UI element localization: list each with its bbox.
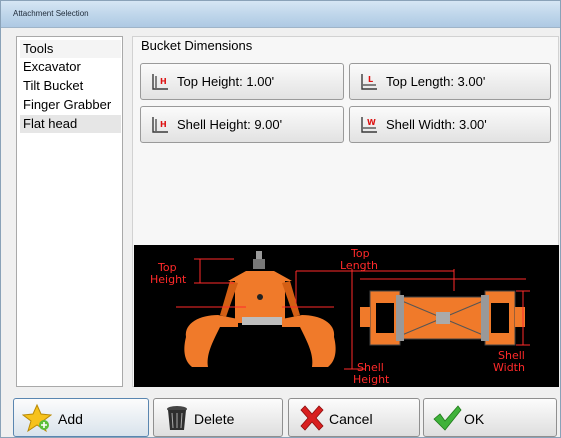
bucket-diagram-graphic: Top Height Top Length Shell Height Shell… xyxy=(150,247,530,386)
list-item-flat-head[interactable]: Flat head xyxy=(20,115,121,133)
shell-height-button[interactable]: H Shell Height: 9.00' xyxy=(140,106,344,143)
top-height-button[interactable]: H Top Height: 1.00' xyxy=(140,63,344,100)
red-x-icon xyxy=(300,405,324,431)
shell-height-diagram-label-2: Height xyxy=(353,373,390,386)
cancel-button[interactable]: Cancel xyxy=(288,398,420,437)
tools-listbox[interactable]: Tools Excavator Tilt Bucket Finger Grabb… xyxy=(16,36,123,387)
add-button[interactable]: Add xyxy=(13,398,149,437)
height-h-icon: H xyxy=(152,117,168,133)
top-length-button[interactable]: L Top Length: 3.00' xyxy=(349,63,551,100)
attachment-selection-window: Attachment Selection Tools Excavator Til… xyxy=(0,0,561,438)
height-h-icon: H xyxy=(152,74,168,90)
width-w-icon: W xyxy=(361,117,377,133)
tools-list-header: Tools xyxy=(20,40,121,58)
delete-button[interactable]: Delete xyxy=(153,398,283,437)
shell-height-label: Shell Height: 9.00' xyxy=(177,117,283,132)
bucket-side-view xyxy=(184,251,336,367)
list-item-excavator[interactable]: Excavator xyxy=(20,58,121,76)
svg-text:H: H xyxy=(160,77,167,86)
bucket-diagram: Top Height Top Length Shell Height Shell… xyxy=(134,245,559,387)
shell-width-diagram-label-2: Width xyxy=(493,361,525,374)
shell-width-label: Shell Width: 3.00' xyxy=(386,117,487,132)
bucket-dimensions-title: Bucket Dimensions xyxy=(141,38,253,53)
list-item-tilt-bucket[interactable]: Tilt Bucket xyxy=(20,77,121,95)
ok-button[interactable]: OK xyxy=(423,398,557,437)
green-check-icon xyxy=(433,405,462,431)
length-l-icon: L xyxy=(361,74,377,90)
add-button-label: Add xyxy=(58,411,83,427)
svg-text:L: L xyxy=(368,75,373,84)
delete-button-label: Delete xyxy=(194,411,235,427)
cancel-button-label: Cancel xyxy=(329,411,373,427)
top-length-diagram-label-2: Length xyxy=(340,259,378,272)
svg-text:W: W xyxy=(367,118,376,127)
title-bar[interactable]: Attachment Selection xyxy=(1,1,560,28)
star-icon xyxy=(22,403,52,433)
window-title: Attachment Selection xyxy=(13,9,89,18)
top-height-diagram-label-2: Height xyxy=(150,273,187,286)
list-item-finger-grabber[interactable]: Finger Grabber xyxy=(20,96,121,114)
top-length-label: Top Length: 3.00' xyxy=(386,74,486,89)
top-height-label: Top Height: 1.00' xyxy=(177,74,275,89)
svg-text:H: H xyxy=(160,120,167,129)
bucket-top-view xyxy=(360,290,525,346)
shell-width-button[interactable]: W Shell Width: 3.00' xyxy=(349,106,551,143)
trash-icon xyxy=(167,406,187,430)
ok-button-label: OK xyxy=(464,411,485,427)
